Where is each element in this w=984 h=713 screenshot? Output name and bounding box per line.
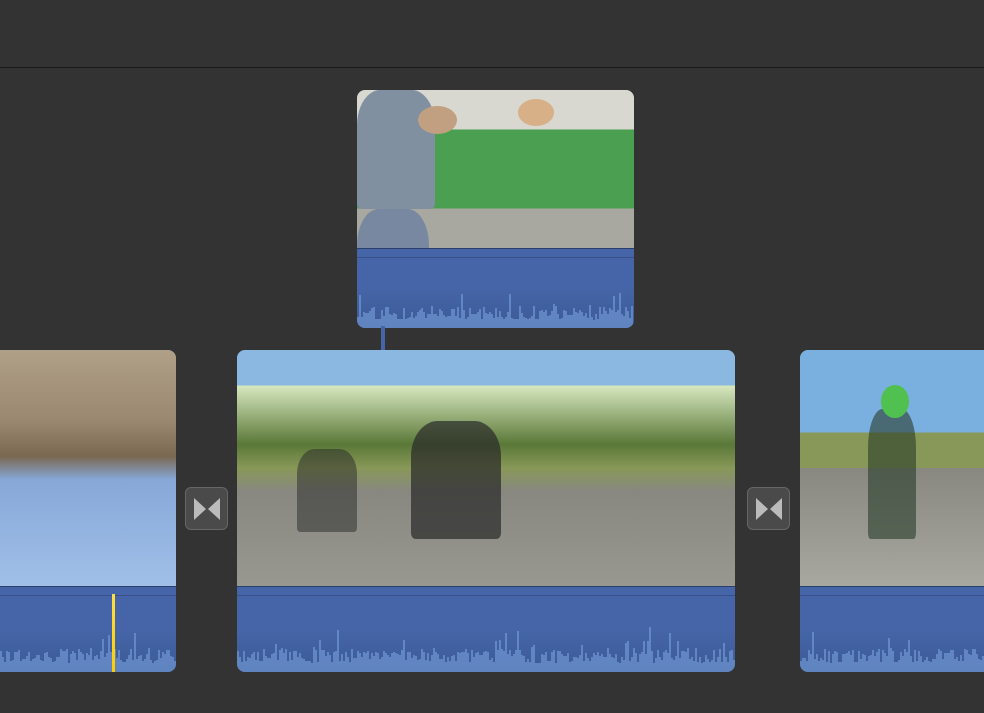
- transition-icon: [754, 494, 784, 524]
- clip-audio[interactable]: [800, 586, 984, 672]
- waveform: [800, 613, 984, 673]
- clip-thumbnail: [237, 350, 735, 586]
- clip-thumbnail: [800, 350, 984, 586]
- clip-audio[interactable]: [237, 586, 735, 672]
- timeline-clip[interactable]: [800, 350, 984, 672]
- clip-audio[interactable]: [0, 586, 176, 672]
- clip-thumbnail: [0, 350, 176, 586]
- timeline-clip[interactable]: [237, 350, 735, 672]
- overlay-clip-thumbnail: [357, 90, 634, 248]
- timeline[interactable]: [0, 68, 984, 713]
- overlay-clip-audio[interactable]: [357, 248, 634, 328]
- waveform: [0, 613, 176, 673]
- waveform: [237, 613, 735, 673]
- overlay-clip[interactable]: [357, 90, 634, 328]
- transition-cross-dissolve[interactable]: [747, 487, 790, 530]
- waveform: [357, 273, 634, 328]
- transition-cross-dissolve[interactable]: [185, 487, 228, 530]
- audio-peak-marker: [112, 594, 115, 672]
- transition-icon: [192, 494, 222, 524]
- timeline-clip[interactable]: [0, 350, 176, 672]
